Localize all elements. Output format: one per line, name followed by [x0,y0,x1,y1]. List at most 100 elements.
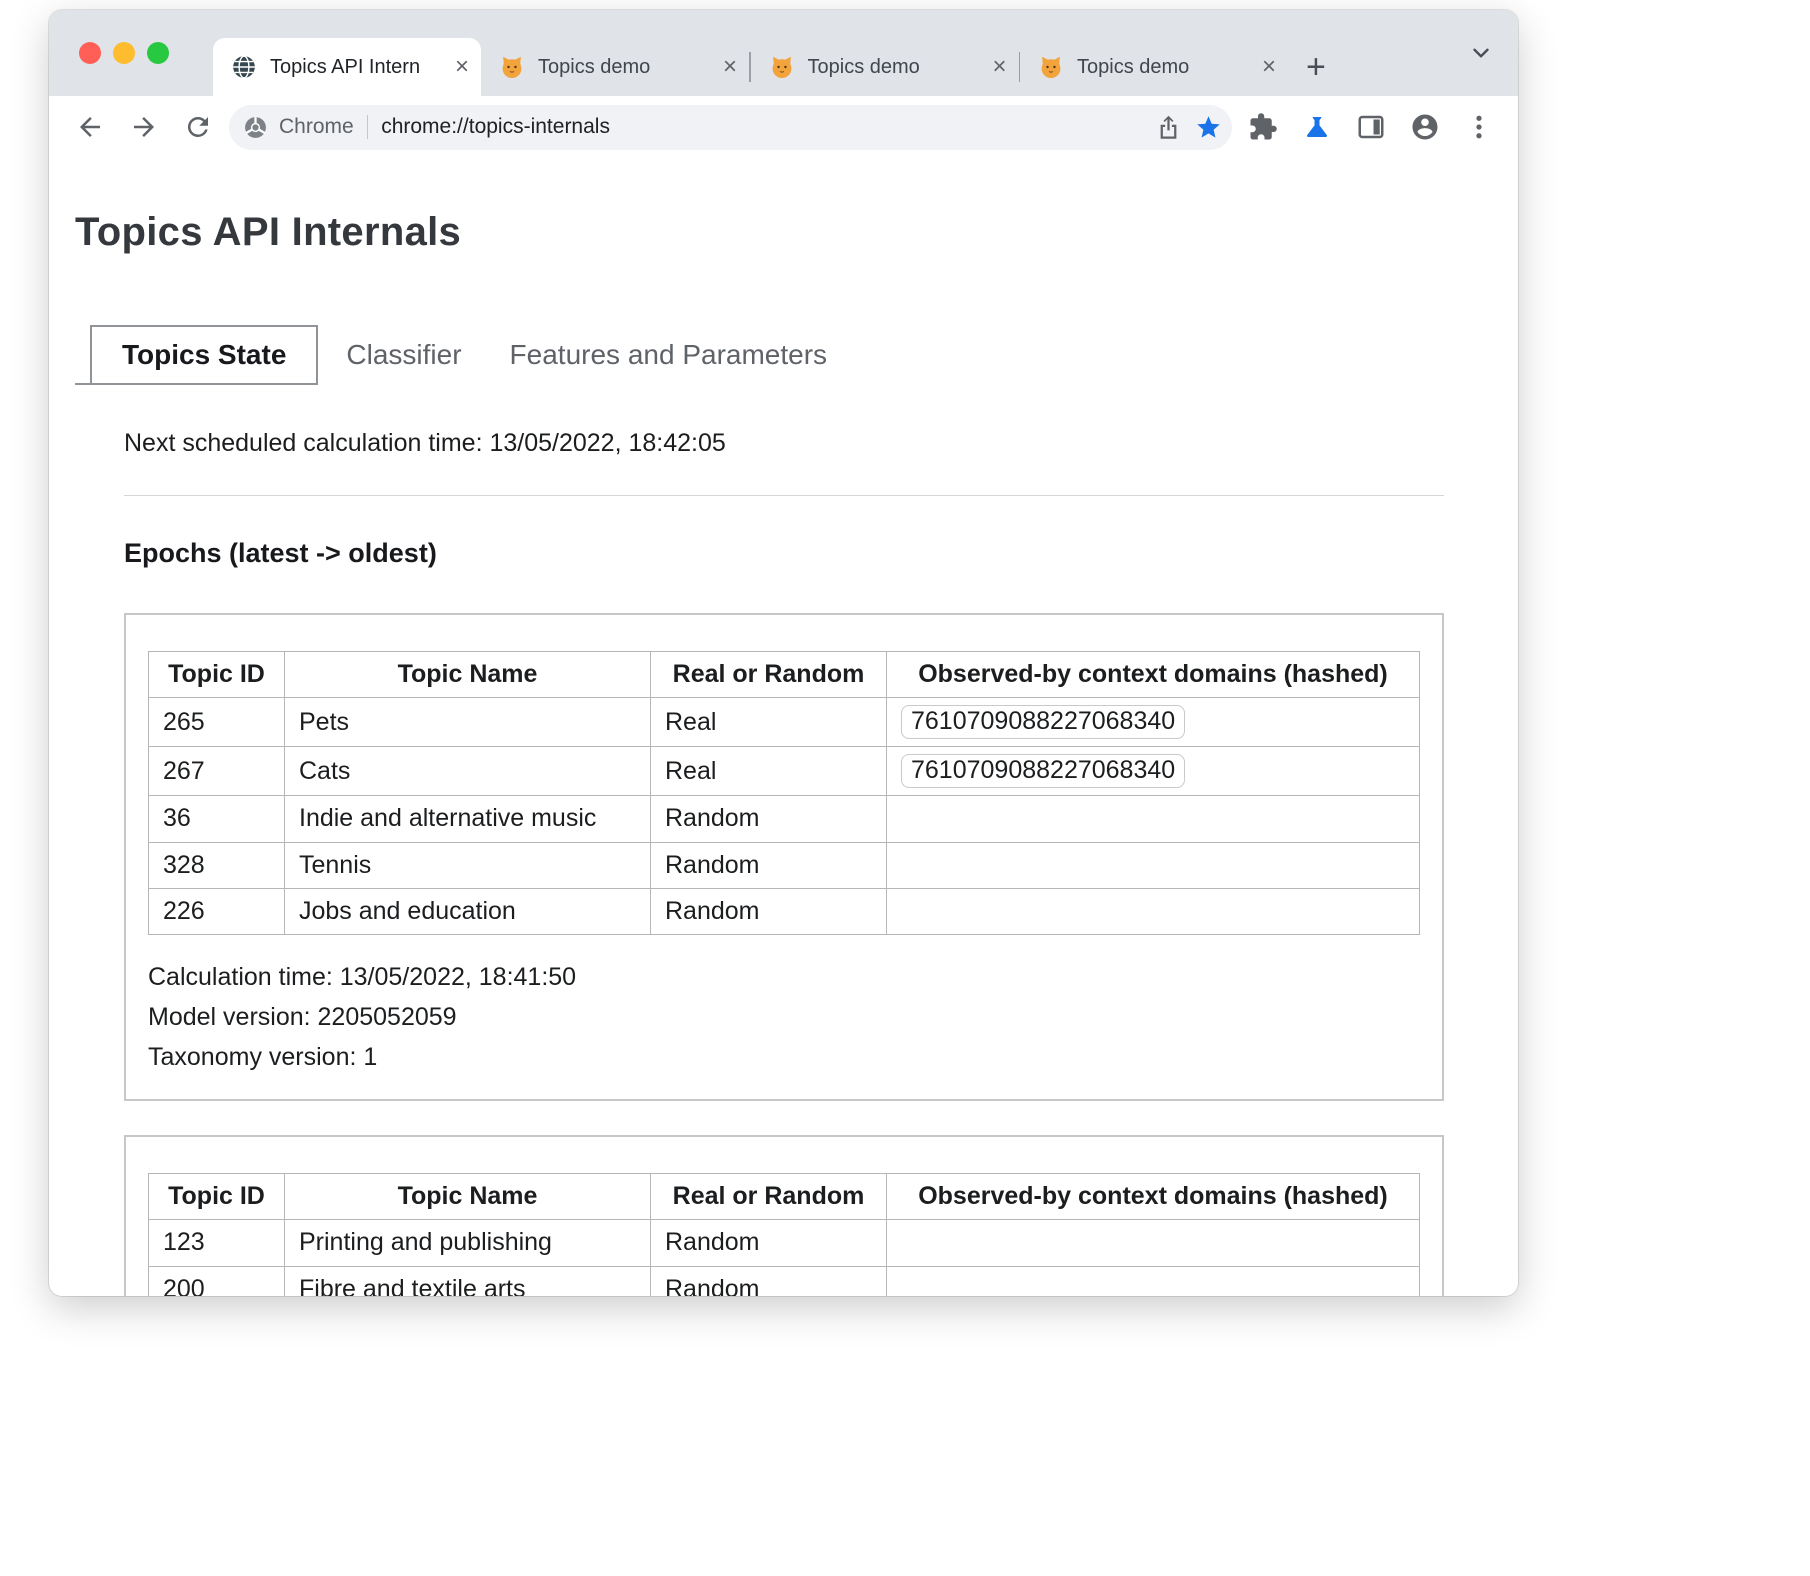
epoch-table: Topic ID Topic Name Real or Random Obser… [148,651,1420,935]
col-topic-id: Topic ID [149,652,285,698]
share-icon[interactable] [1148,107,1188,147]
col-observed-domains: Observed-by context domains (hashed) [887,652,1420,698]
tab-title: Topics demo [538,56,717,79]
browser-window: Topics API Intern × Topics demo × Topics… [49,10,1518,1296]
window-controls [79,42,169,64]
tab-strip: Topics API Intern × Topics demo × Topics… [49,10,1518,96]
zoom-window-button[interactable] [147,42,169,64]
table-row: 200 Fibre and textile arts Random [149,1266,1420,1296]
taxonomy-version: Taxonomy version: 1 [148,1037,1420,1077]
browser-tab-topics-demo-2[interactable]: Topics demo × [751,38,1019,96]
epoch-box-older: Topic ID Topic Name Real or Random Obser… [124,1135,1444,1296]
model-version: Model version: 2205052059 [148,997,1420,1037]
col-real-or-random: Real or Random [651,1174,887,1220]
omnibox-site-label: Chrome [279,115,354,139]
cell-topic-name: Cats [285,747,651,796]
omnibox-url: chrome://topics-internals [381,115,1148,139]
close-tab-icon[interactable]: × [455,55,469,79]
table-row: 36 Indie and alternative music Random [149,796,1420,842]
tab-title: Topics demo [1077,56,1256,79]
cell-observed-domains [887,1266,1420,1296]
browser-toolbar: Chrome chrome://topics-internals [49,96,1518,158]
browser-tab-topics-internals[interactable]: Topics API Intern × [213,38,481,96]
hashed-domain: 7610709088227068340 [901,705,1185,739]
col-topic-name: Topic Name [285,652,651,698]
cell-real-or-random: Real [651,698,887,747]
close-window-button[interactable] [79,42,101,64]
epoch-table: Topic ID Topic Name Real or Random Obser… [148,1173,1420,1296]
cell-topic-name: Fibre and textile arts [285,1266,651,1296]
new-tab-button[interactable]: + [1306,50,1326,84]
cell-real-or-random: Random [651,888,887,934]
cell-observed-domains: 7610709088227068340 [887,747,1420,796]
reload-button[interactable] [175,104,221,150]
hashed-domain: 7610709088227068340 [901,754,1185,788]
cell-real-or-random: Real [651,747,887,796]
tab-features-and-parameters[interactable]: Features and Parameters [486,327,852,383]
cell-observed-domains [887,888,1420,934]
cell-topic-id: 123 [149,1220,285,1266]
bookmark-star-icon[interactable] [1188,107,1228,147]
cat-icon [1038,54,1064,80]
cell-topic-name: Pets [285,698,651,747]
cell-topic-id: 267 [149,747,285,796]
cell-observed-domains [887,796,1420,842]
cell-topic-name: Printing and publishing [285,1220,651,1266]
tab-classifier[interactable]: Classifier [322,327,485,383]
cell-real-or-random: Random [651,796,887,842]
chrome-logo-icon [243,115,268,140]
tab-topics-state[interactable]: Topics State [90,325,318,385]
epoch-meta: Calculation time: 13/05/2022, 18:41:50 M… [148,957,1420,1077]
page-tab-bar: Topics State Classifier Features and Par… [75,325,1518,385]
cell-observed-domains [887,1220,1420,1266]
table-header-row: Topic ID Topic Name Real or Random Obser… [149,1174,1420,1220]
cell-observed-domains: 7610709088227068340 [887,698,1420,747]
cell-topic-id: 265 [149,698,285,747]
cat-icon [499,54,525,80]
tab-title: Topics API Intern [270,56,449,79]
globe-icon [231,54,257,80]
omnibox-separator [367,115,369,139]
address-bar[interactable]: Chrome chrome://topics-internals [229,105,1232,150]
browser-tab-topics-demo-1[interactable]: Topics demo × [481,38,749,96]
calculation-time: Calculation time: 13/05/2022, 18:41:50 [148,957,1420,997]
tab-search-chevron-icon[interactable] [1468,40,1494,66]
browser-tab-topics-demo-3[interactable]: Topics demo × [1020,38,1288,96]
cell-topic-id: 36 [149,796,285,842]
next-calculation-time: Next scheduled calculation time: 13/05/2… [124,429,1444,458]
close-tab-icon[interactable]: × [723,55,737,79]
cell-topic-id: 328 [149,842,285,888]
profile-avatar-icon[interactable] [1402,104,1448,150]
table-row: 265 Pets Real 7610709088227068340 [149,698,1420,747]
table-header-row: Topic ID Topic Name Real or Random Obser… [149,652,1420,698]
cell-topic-id: 226 [149,888,285,934]
cell-real-or-random: Random [651,1220,887,1266]
experiments-flask-icon[interactable] [1294,104,1340,150]
cell-topic-name: Indie and alternative music [285,796,651,842]
col-observed-domains: Observed-by context domains (hashed) [887,1174,1420,1220]
page-title: Topics API Internals [75,210,1518,255]
epochs-heading: Epochs (latest -> oldest) [124,538,1444,569]
epoch-box-latest: Topic ID Topic Name Real or Random Obser… [124,613,1444,1101]
extensions-puzzle-icon[interactable] [1240,104,1286,150]
cell-topic-name: Jobs and education [285,888,651,934]
topics-state-panel: Next scheduled calculation time: 13/05/2… [124,385,1444,1296]
back-button[interactable] [67,104,113,150]
side-panel-icon[interactable] [1348,104,1394,150]
cell-real-or-random: Random [651,1266,887,1296]
close-tab-icon[interactable]: × [1262,55,1276,79]
forward-button[interactable] [121,104,167,150]
col-topic-name: Topic Name [285,1174,651,1220]
minimize-window-button[interactable] [113,42,135,64]
menu-dots-icon[interactable] [1456,104,1502,150]
table-row: 226 Jobs and education Random [149,888,1420,934]
cell-real-or-random: Random [651,842,887,888]
table-row: 267 Cats Real 7610709088227068340 [149,747,1420,796]
cell-topic-name: Tennis [285,842,651,888]
close-tab-icon[interactable]: × [992,55,1006,79]
page-content: Topics API Internals Topics State Classi… [49,210,1518,1296]
cell-topic-id: 200 [149,1266,285,1296]
cell-observed-domains [887,842,1420,888]
col-topic-id: Topic ID [149,1174,285,1220]
tab-title: Topics demo [808,56,987,79]
